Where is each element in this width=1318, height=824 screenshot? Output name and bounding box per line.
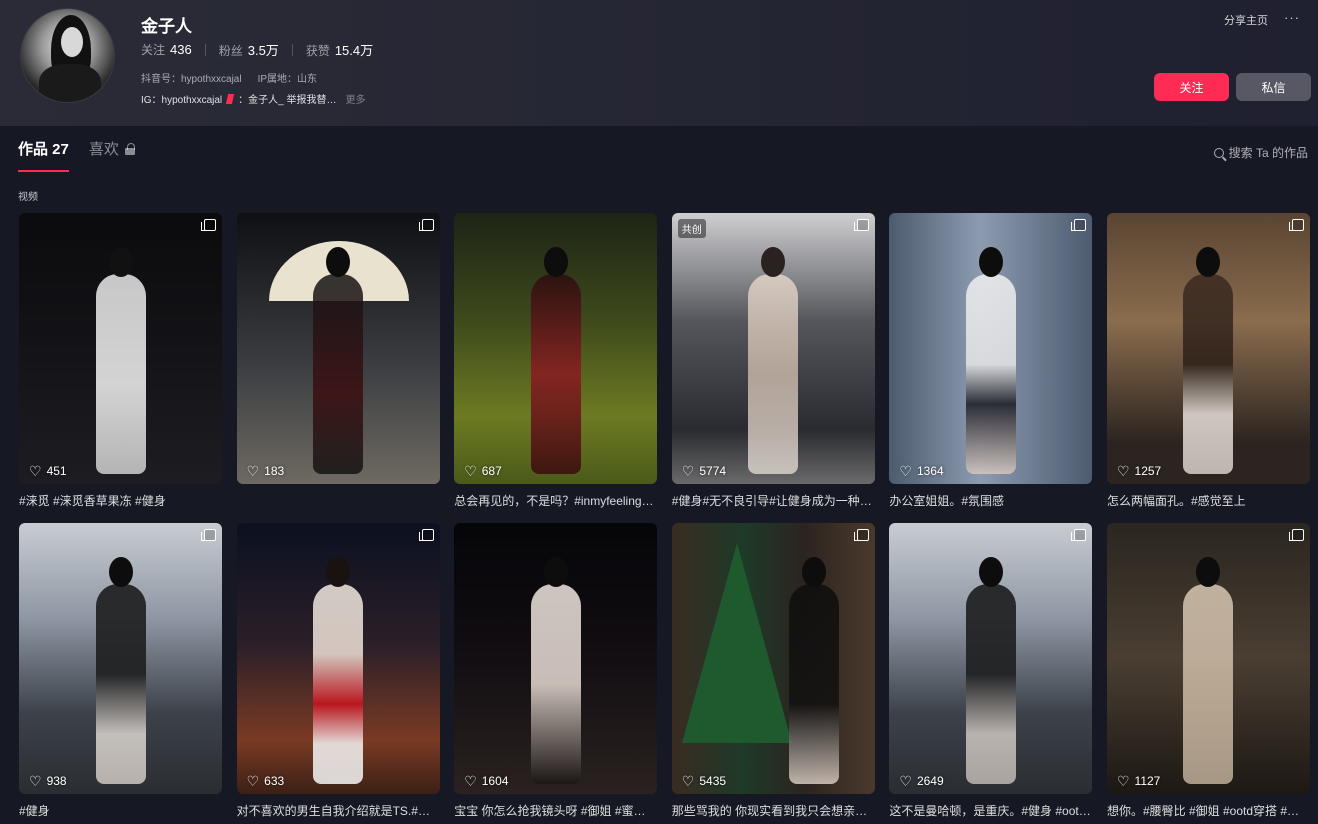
video-caption[interactable]: #涞觅 #涞觅香草果冻 #健身	[19, 492, 222, 509]
ip-location: IP属地：山东	[257, 74, 318, 85]
video-card[interactable]: ♡ 1127 想你。#腰臀比 #御姐 #ootd穿搭 #…	[1106, 523, 1310, 824]
video-thumbnail[interactable]: ♡ 451	[19, 213, 222, 484]
multi-image-icon	[853, 219, 869, 231]
video-caption[interactable]: 宝宝 你怎么抢我镜头呀 #御姐 #蜜大…	[454, 802, 657, 819]
heart-icon: ♡	[246, 463, 260, 479]
video-caption[interactable]: 这不是曼哈顿，是重庆。#健身 #oot…	[889, 802, 1092, 819]
video-caption[interactable]: #健身#无不良引导#让健身成为一种…	[672, 492, 875, 509]
profile-header: 金子人 关注 436 粉丝 3.5万 获赞 15.4万 抖音号：hypothxxcaj…	[0, 0, 1318, 126]
stat-likes: 获赞 15.4万	[305, 43, 374, 58]
like-count: ♡ 451	[29, 463, 67, 479]
profile-meta: 抖音号：hypothxxcajal IP属地：山东	[141, 70, 317, 85]
video-card[interactable]: ♡ 1364 办公室姐姐。#氛围感	[889, 213, 1093, 523]
stat-following[interactable]: 关注 436	[141, 41, 192, 58]
video-card[interactable]: ♡ 1604 宝宝 你怎么抢我镜头呀 #御姐 #蜜大…	[454, 523, 658, 824]
like-count: ♡ 938	[29, 773, 67, 789]
like-count: ♡ 183	[246, 463, 285, 479]
like-count: ♡ 633	[246, 773, 285, 789]
video-thumbnail[interactable]: ♡ 1127	[1106, 523, 1310, 794]
heart-icon: ♡	[681, 463, 695, 479]
like-count: ♡ 2649	[899, 773, 944, 789]
video-thumbnail[interactable]: ♡ 687	[454, 213, 658, 484]
heart-icon: ♡	[464, 773, 477, 789]
douyin-id: 抖音号：hypothxxcajal	[141, 74, 242, 85]
avatar[interactable]	[20, 8, 115, 103]
multi-image-icon	[418, 529, 434, 541]
video-caption[interactable]: 办公室姐姐。#氛围感	[889, 492, 1092, 509]
flag-icon	[226, 93, 235, 104]
multi-image-icon	[201, 219, 216, 231]
video-card[interactable]: 共创 ♡ 5774 #健身#无不良引导#让健身成为一种…	[671, 213, 875, 523]
heart-icon: ♡	[681, 773, 695, 789]
video-thumbnail[interactable]: ♡ 1257	[1106, 213, 1310, 484]
video-grid: ♡ 451 #涞觅 #涞觅香草果冻 #健身 ♡ 183 ♡ 687 总会再见的，不是吗…	[19, 213, 1310, 824]
video-card[interactable]: ♡ 5435 那些骂我的 你现实看到我只会想亲…	[671, 523, 875, 824]
heart-icon: ♡	[899, 773, 912, 789]
stat-followers[interactable]: 粉丝 3.5万	[219, 40, 279, 59]
video-thumbnail[interactable]: ♡ 1604	[454, 523, 658, 794]
video-thumbnail[interactable]: ♡ 1364	[889, 213, 1093, 484]
collab-badge: 共创	[677, 219, 706, 238]
like-count: ♡ 687	[464, 463, 502, 479]
like-count: ♡ 1257	[1116, 463, 1162, 479]
video-thumbnail[interactable]: ♡ 5435	[671, 523, 875, 794]
heart-icon: ♡	[29, 463, 42, 479]
video-card[interactable]: ♡ 938 #健身	[19, 523, 222, 824]
multi-image-icon	[1288, 529, 1304, 541]
like-count: ♡ 1364	[899, 463, 944, 479]
video-card[interactable]: ♡ 633 对不喜欢的男生自我介绍就是TS.#氛…	[236, 523, 440, 824]
more-options-icon[interactable]: ···	[1284, 10, 1300, 25]
video-thumbnail[interactable]: 共创 ♡ 5774	[671, 213, 875, 484]
profile-bio: IG：hypothxxcajal ：金子人_ 举报我替… 更多	[141, 91, 366, 106]
share-profile-button[interactable]: 分享主页	[1224, 12, 1268, 28]
heart-icon: ♡	[1116, 773, 1130, 789]
video-card[interactable]: ♡ 451 #涞觅 #涞觅香草果冻 #健身	[19, 213, 222, 523]
heart-icon: ♡	[464, 463, 477, 479]
profile-name: 金子人	[141, 17, 192, 36]
heart-icon: ♡	[246, 773, 260, 789]
video-thumbnail[interactable]: ♡ 2649	[889, 523, 1093, 794]
like-count: ♡ 5774	[681, 463, 727, 479]
video-caption[interactable]: 对不喜欢的男生自我介绍就是TS.#氛…	[237, 802, 440, 819]
video-caption[interactable]: #健身	[19, 802, 222, 819]
multi-image-icon	[418, 219, 434, 231]
message-button[interactable]: 私信	[1236, 73, 1311, 101]
multi-image-icon	[1071, 219, 1087, 231]
video-card[interactable]: ♡ 687 总会再见的，不是吗？#inmyfeeling…	[454, 213, 658, 523]
profile-stats: 关注 436 粉丝 3.5万 获赞 15.4万	[141, 40, 373, 59]
content-tabs: 作品 27 喜欢	[18, 138, 135, 172]
heart-icon: ♡	[899, 463, 912, 479]
heart-icon: ♡	[1116, 463, 1130, 479]
search-icon	[1213, 147, 1224, 158]
multi-image-icon	[1288, 219, 1304, 231]
video-thumbnail[interactable]: ♡ 633	[236, 523, 440, 794]
video-thumbnail[interactable]: ♡ 183	[236, 213, 440, 484]
divider	[291, 43, 293, 56]
bio-extra: ：金子人_ 举报我替…	[238, 95, 337, 106]
multi-image-icon	[1071, 529, 1087, 541]
multi-image-icon	[201, 529, 216, 541]
video-caption[interactable]: 那些骂我的 你现实看到我只会想亲…	[672, 802, 875, 819]
section-title: 视频	[18, 192, 38, 203]
video-thumbnail[interactable]: ♡ 938	[19, 523, 222, 794]
tab-works[interactable]: 作品 27	[18, 138, 69, 172]
lock-icon	[124, 143, 135, 155]
video-card[interactable]: ♡ 183	[236, 213, 440, 523]
tab-likes[interactable]: 喜欢	[89, 138, 135, 172]
search-works-button[interactable]: 搜索 Ta 的作品	[1213, 144, 1308, 161]
heart-icon: ♡	[29, 773, 42, 789]
bio-text: IG：hypothxxcajal	[141, 95, 223, 106]
multi-image-icon	[853, 529, 869, 541]
video-card[interactable]: ♡ 2649 这不是曼哈顿，是重庆。#健身 #oot…	[889, 523, 1093, 824]
like-count: ♡ 5435	[681, 773, 727, 789]
bio-more-link[interactable]: 更多	[346, 91, 366, 106]
divider	[204, 43, 206, 56]
video-caption[interactable]: 想你。#腰臀比 #御姐 #ootd穿搭 #…	[1107, 802, 1310, 819]
video-caption[interactable]: 总会再见的，不是吗？#inmyfeeling…	[454, 492, 657, 509]
follow-button[interactable]: 关注	[1154, 73, 1229, 101]
video-caption[interactable]: 怎么两幅面孔。#感觉至上	[1107, 492, 1310, 509]
like-count: ♡ 1127	[1116, 773, 1161, 789]
video-card[interactable]: ♡ 1257 怎么两幅面孔。#感觉至上	[1106, 213, 1310, 523]
like-count: ♡ 1604	[464, 773, 509, 789]
